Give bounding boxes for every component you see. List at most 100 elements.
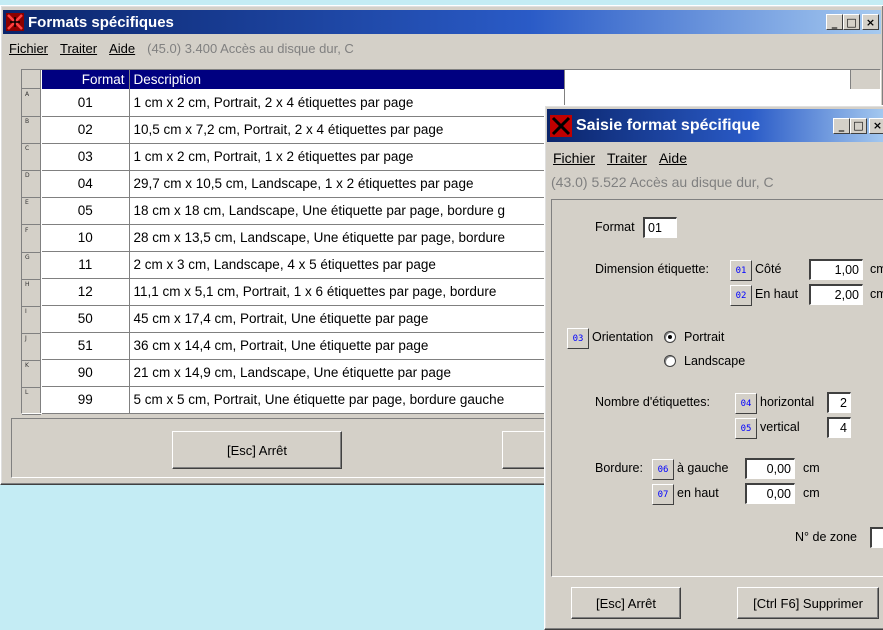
row-letter[interactable]: J: [22, 334, 41, 361]
landscape-label: Landscape: [684, 354, 746, 368]
delete-button-label: [Ctrl F6] Supprimer: [753, 595, 863, 611]
row-letter[interactable]: B: [22, 117, 41, 145]
format-cell[interactable]: 10: [42, 224, 130, 252]
format-cell[interactable]: 03: [42, 143, 130, 171]
row-letter[interactable]: F: [22, 226, 41, 253]
en-haut-field[interactable]: 2,00: [809, 284, 863, 305]
fkey-07-button[interactable]: 07: [652, 484, 674, 505]
format-cell[interactable]: 01: [42, 89, 130, 117]
format-cell[interactable]: 90: [42, 359, 130, 387]
table-row[interactable]: 02 10,5 cm x 7,2 cm, Portrait, 2 x 4 étiq…: [42, 116, 565, 144]
row-letter[interactable]: K: [22, 361, 41, 388]
description-cell[interactable]: 5 cm x 5 cm, Portrait, Une étiquette par…: [129, 386, 565, 414]
portrait-radio[interactable]: [664, 331, 676, 343]
fkey-01-button[interactable]: 01: [730, 260, 752, 281]
close-icon[interactable]: ×: [869, 117, 883, 134]
row-letter[interactable]: G: [22, 253, 41, 280]
fkey-04-button[interactable]: 04: [735, 393, 757, 414]
en-haut2-field[interactable]: 0,00: [745, 483, 795, 504]
format-cell[interactable]: 50: [42, 305, 130, 333]
column-header-format[interactable]: Format: [42, 70, 130, 89]
table-row[interactable]: 03 1 cm x 2 cm, Portrait, 1 x 2 étiquette…: [42, 143, 565, 171]
dialog-menu-aide[interactable]: Aide: [653, 150, 693, 166]
format-cell[interactable]: 99: [42, 386, 130, 414]
fkey-05-button[interactable]: 05: [735, 418, 757, 439]
row-letter[interactable]: L: [22, 388, 41, 416]
format-cell[interactable]: 51: [42, 332, 130, 360]
cote-field[interactable]: 1,00: [809, 259, 863, 280]
table-row[interactable]: 50 45 cm x 17,4 cm, Portrait, Une étiquet…: [42, 305, 565, 333]
table-row[interactable]: 12 11,1 cm x 5,1 cm, Portrait, 1 x 6 étiq…: [42, 278, 565, 306]
description-cell[interactable]: 36 cm x 14,4 cm, Portrait, Une étiquette…: [129, 332, 565, 360]
description-cell[interactable]: 1 cm x 2 cm, Portrait, 1 x 2 étiquettes …: [129, 143, 565, 171]
fkey-03-button[interactable]: 03: [567, 328, 589, 349]
vertical-field[interactable]: 4: [827, 417, 851, 438]
dialog-menu-fichier[interactable]: Fichier: [547, 150, 601, 166]
table-row[interactable]: 04 29,7 cm x 10,5 cm, Landscape, 1 x 2 ét…: [42, 170, 565, 198]
bordure-label: Bordure:: [595, 461, 643, 475]
dimension-label: Dimension étiquette:: [595, 262, 709, 276]
vertical-label: vertical: [760, 420, 800, 434]
row-letter[interactable]: A: [22, 90, 41, 117]
table-row[interactable]: 90 21 cm x 14,9 cm, Landscape, Une étique…: [42, 359, 565, 387]
row-letter[interactable]: D: [22, 171, 41, 199]
orientation-label: Orientation: [592, 330, 654, 344]
dialog-window: Saisie format spécifique _ □ × Fichier T…: [544, 105, 883, 630]
en-haut-label: En haut: [755, 287, 799, 301]
description-cell[interactable]: 11,1 cm x 5,1 cm, Portrait, 1 x 6 étique…: [129, 278, 565, 306]
formats-table: Format Description 01 1 cm x 2 cm, Portra…: [42, 70, 565, 414]
fkey-06-button[interactable]: 06: [652, 459, 674, 480]
format-cell[interactable]: 11: [42, 251, 130, 279]
table-row[interactable]: 01 1 cm x 2 cm, Portrait, 2 x 4 étiquette…: [42, 89, 565, 117]
description-cell[interactable]: 1 cm x 2 cm, Portrait, 2 x 4 étiquettes …: [129, 89, 565, 117]
zone-field[interactable]: [870, 527, 883, 548]
horizontal-field[interactable]: 2: [827, 392, 851, 413]
dialog-titlebar[interactable]: Saisie format spécifique _ □ ×: [547, 109, 883, 142]
fkey-02-button[interactable]: 02: [730, 285, 752, 306]
row-letter[interactable]: I: [22, 307, 41, 334]
description-cell[interactable]: 10,5 cm x 7,2 cm, Portrait, 2 x 4 étique…: [129, 116, 565, 144]
app-icon: [550, 114, 572, 137]
table-row[interactable]: 05 18 cm x 18 cm, Landscape, Une étiquett…: [42, 197, 565, 225]
format-cell[interactable]: 04: [42, 170, 130, 198]
table-row[interactable]: 51 36 cm x 14,4 cm, Portrait, Une étiquet…: [42, 332, 565, 360]
format-field[interactable]: 01: [643, 217, 677, 238]
row-letter[interactable]: E: [22, 198, 41, 226]
minimize-icon[interactable]: _: [833, 117, 850, 134]
description-cell[interactable]: 45 cm x 17,4 cm, Portrait, Une étiquette…: [129, 305, 565, 333]
minimize-icon[interactable]: _: [826, 14, 843, 30]
table-row[interactable]: 10 28 cm x 13,5 cm, Landscape, Une étique…: [42, 224, 565, 252]
description-cell[interactable]: 28 cm x 13,5 cm, Landscape, Une étiquett…: [129, 224, 565, 252]
table-row[interactable]: 11 2 cm x 3 cm, Landscape, 4 x 5 étiquett…: [42, 251, 565, 279]
row-letter[interactable]: C: [22, 144, 41, 172]
table-row[interactable]: 99 5 cm x 5 cm, Portrait, Une étiquette p…: [42, 386, 565, 414]
horizontal-label: horizontal: [760, 395, 815, 409]
format-cell[interactable]: 12: [42, 278, 130, 306]
description-cell[interactable]: 18 cm x 18 cm, Landscape, Une étiquette …: [129, 197, 565, 225]
a-gauche-field[interactable]: 0,00: [745, 458, 795, 479]
cote-label: Côté: [755, 262, 782, 276]
main-titlebar[interactable]: Formats spécifiques _ □ ×: [3, 10, 881, 34]
menu-aide[interactable]: Aide: [103, 41, 141, 56]
main-stop-button[interactable]: [Esc] Arrêt: [172, 431, 342, 469]
description-cell[interactable]: 29,7 cm x 10,5 cm, Landscape, 1 x 2 étiq…: [129, 170, 565, 198]
format-cell[interactable]: 05: [42, 197, 130, 225]
column-header-description[interactable]: Description: [129, 70, 565, 89]
dialog-stop-button[interactable]: [Esc] Arrêt: [571, 587, 681, 619]
dialog-title: Saisie format spécifique: [576, 116, 761, 134]
dialog-status-text: (43.0) 5.522 Accès au disque dur, C: [551, 174, 774, 190]
en-haut2-label: en haut: [677, 486, 719, 500]
description-cell[interactable]: 21 cm x 14,9 cm, Landscape, Une étiquett…: [129, 359, 565, 387]
maximize-icon[interactable]: □: [843, 14, 860, 30]
dialog-menu-traiter[interactable]: Traiter: [601, 150, 653, 166]
close-icon[interactable]: ×: [862, 14, 879, 30]
landscape-radio[interactable]: [664, 355, 676, 367]
row-letter[interactable]: H: [22, 280, 41, 307]
table-header-row: Format Description: [42, 70, 565, 89]
menu-traiter[interactable]: Traiter: [54, 41, 103, 56]
format-cell[interactable]: 02: [42, 116, 130, 144]
description-cell[interactable]: 2 cm x 3 cm, Landscape, 4 x 5 étiquettes…: [129, 251, 565, 279]
delete-button[interactable]: [Ctrl F6] Supprimer: [737, 587, 879, 619]
menu-fichier[interactable]: Fichier: [3, 41, 54, 56]
maximize-icon[interactable]: □: [850, 117, 867, 134]
